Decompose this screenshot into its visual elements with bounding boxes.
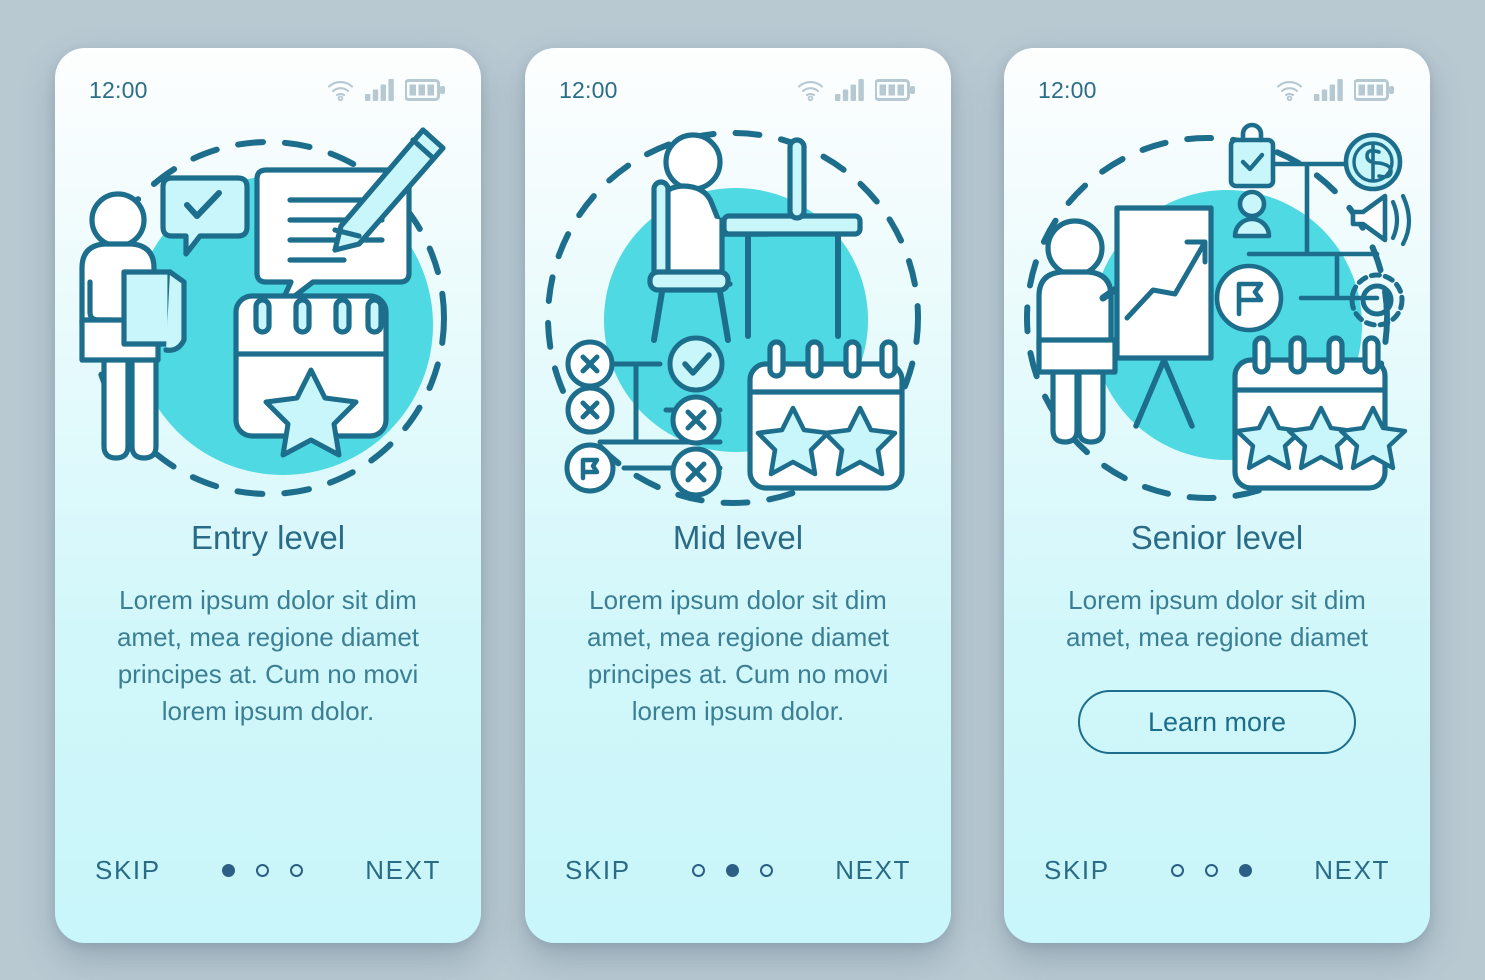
signal-bars-icon xyxy=(835,79,864,101)
pagination-dot-3[interactable] xyxy=(1239,863,1253,877)
status-bar: 12:00 xyxy=(55,48,481,120)
pagination-dot-2[interactable] xyxy=(726,863,740,877)
dollar-coin-icon xyxy=(1343,132,1403,192)
footer-navigation: SKIP NEXT xyxy=(55,823,481,943)
text-block: Entry level Lorem ipsum dolor sit dim am… xyxy=(55,519,481,823)
learn-more-button[interactable]: Learn more xyxy=(1078,690,1356,755)
pagination-dot-1[interactable] xyxy=(222,863,236,877)
onboarding-screens-stage: 12:00 Entry level Lorem ipsum dolor sit … xyxy=(0,0,1485,980)
pagination-dot-2[interactable] xyxy=(256,863,270,877)
onboarding-card-entry-level: 12:00 Entry level Lorem ipsum dolor sit … xyxy=(55,48,481,943)
entry-level-illustration xyxy=(55,120,481,520)
page-description: Lorem ipsum dolor sit dim amet, mea regi… xyxy=(1065,585,1369,653)
battery-icon xyxy=(405,79,445,101)
pagination-dot-2[interactable] xyxy=(1205,863,1219,877)
next-button[interactable]: NEXT xyxy=(835,855,911,886)
battery-icon xyxy=(875,79,915,101)
megaphone-icon xyxy=(1350,193,1412,247)
status-bar: 12:00 xyxy=(525,48,951,120)
page-title: Entry level xyxy=(190,519,346,556)
status-icons xyxy=(327,79,445,101)
pagination-dots xyxy=(222,863,304,877)
next-button[interactable]: NEXT xyxy=(365,855,441,886)
pagination-dot-1[interactable] xyxy=(692,863,706,877)
network-diagram xyxy=(564,335,725,498)
calendar-three-stars xyxy=(1232,335,1408,491)
skip-button[interactable]: SKIP xyxy=(95,855,161,886)
check-circle xyxy=(667,335,725,393)
onboarding-card-mid-level: 12:00 Mid level Lorem ipsum dolor sit di… xyxy=(525,48,951,943)
wifi-icon xyxy=(327,80,354,101)
page-description: Lorem ipsum dolor sit dim amet, mea regi… xyxy=(116,585,420,727)
shopping-bag-check-icon xyxy=(1228,122,1276,189)
status-bar: 12:00 xyxy=(1004,48,1430,120)
pagination-dot-1[interactable] xyxy=(1171,863,1185,877)
next-button[interactable]: NEXT xyxy=(1314,855,1390,886)
page-description: Lorem ipsum dolor sit dim amet, mea regi… xyxy=(586,585,890,727)
page-title: Senior level xyxy=(1130,519,1304,556)
pagination-dot-3[interactable] xyxy=(760,863,774,877)
status-clock: 12:00 xyxy=(1038,76,1097,103)
status-icons xyxy=(797,79,915,101)
text-block: Senior level Lorem ipsum dolor sit dim a… xyxy=(1004,519,1430,823)
skip-button[interactable]: SKIP xyxy=(565,855,631,886)
skip-button[interactable]: SKIP xyxy=(1044,855,1110,886)
signal-bars-icon xyxy=(1314,79,1343,101)
wifi-icon xyxy=(1276,80,1303,101)
status-clock: 12:00 xyxy=(559,76,618,103)
pagination-dot-3[interactable] xyxy=(290,863,304,877)
onboarding-card-senior-level: 12:00 Senior level Lorem ipsum dolor sit… xyxy=(1004,48,1430,943)
mid-level-illustration xyxy=(525,120,951,520)
pagination-dots xyxy=(692,863,774,877)
pagination-dots xyxy=(1171,863,1253,877)
page-title: Mid level xyxy=(672,519,804,556)
status-icons xyxy=(1276,79,1394,101)
signal-bars-icon xyxy=(365,79,394,101)
footer-navigation: SKIP NEXT xyxy=(1004,823,1430,943)
text-block: Mid level Lorem ipsum dolor sit dim amet… xyxy=(525,519,951,823)
battery-icon xyxy=(1354,79,1394,101)
calendar-one-star xyxy=(233,293,389,458)
calendar-two-stars xyxy=(747,339,905,491)
footer-navigation: SKIP NEXT xyxy=(525,823,951,943)
senior-level-illustration xyxy=(1004,120,1430,520)
flag-circle-icon xyxy=(1214,263,1284,333)
status-clock: 12:00 xyxy=(89,76,148,103)
wifi-icon xyxy=(797,80,824,101)
flag-circle xyxy=(564,442,616,494)
